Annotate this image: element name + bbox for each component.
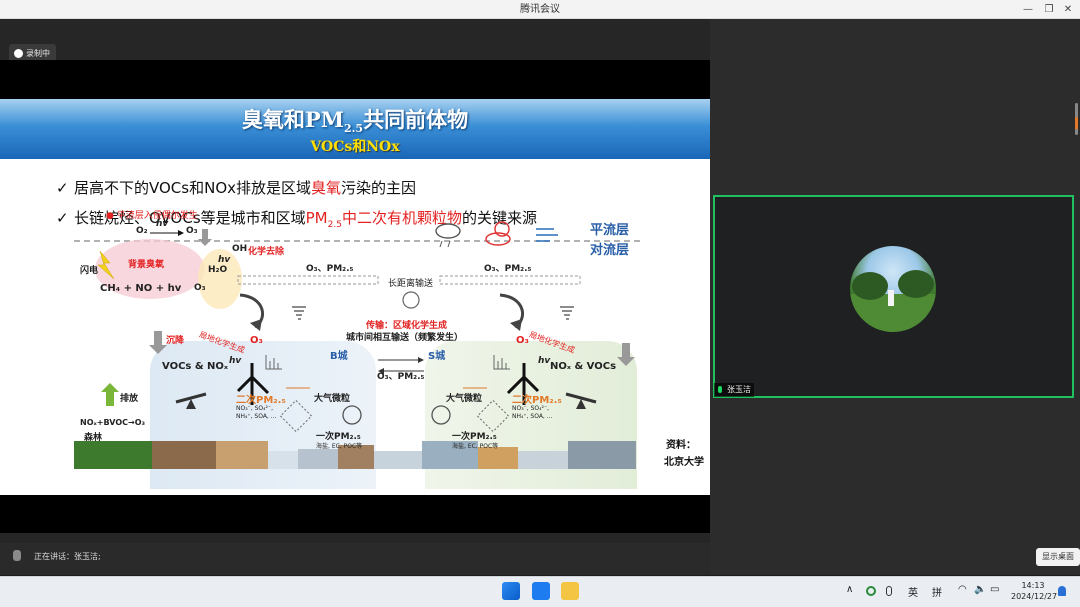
participant-name-tag: 张玉洁	[714, 383, 754, 397]
label-o3-top: O₃	[186, 226, 198, 236]
label-chem-removal: 化学去除	[248, 247, 285, 257]
input-lang-pinyin[interactable]: 拼	[932, 584, 942, 599]
tencent-meeting-taskbar-icon[interactable]	[532, 582, 550, 600]
label-forest-eq: NOₓ+BVOC→O₃	[80, 418, 146, 427]
mic-tray-icon[interactable]	[886, 586, 892, 596]
input-lang-en[interactable]: 英	[908, 584, 918, 599]
mic-icon	[13, 550, 21, 561]
clock-time: 14:13	[1021, 581, 1045, 590]
label-stratosphere: 平流层	[590, 223, 630, 238]
label-city-exchange: 城市间相互输送（频繁发生）	[346, 333, 464, 343]
slide-banner: 臭氧和PM2.5共同前体物 VOCs和NOx	[0, 99, 710, 159]
label-long-range: 长距离输送	[388, 279, 434, 289]
cloud-rain-icon	[435, 223, 461, 248]
close-button[interactable]: ✕	[1056, 0, 1080, 19]
window-titlebar: 腾讯会议 — ❐ ✕	[0, 0, 1080, 19]
panel-scroll-thumb[interactable]	[1075, 117, 1078, 129]
sync-icon[interactable]	[866, 586, 876, 596]
slide-content: 臭氧和PM2.5共同前体物 VOCs和NOx ✓ 居高不下的VOCs和NOx排放是…	[0, 99, 710, 495]
label-secondary-right: 二次PM₂.₅	[512, 395, 562, 406]
label-source-name: 北京大学	[664, 457, 704, 468]
tray-expand-icon[interactable]: ∧	[846, 584, 853, 595]
avatar-photo	[850, 270, 936, 332]
avatar	[850, 246, 936, 332]
label-bg-ozone: 背景臭氧	[128, 260, 165, 270]
label-vocs-left: VOCs & NOₓ	[162, 361, 229, 372]
label-atm-left: 大气微粒	[314, 394, 351, 404]
label-o3-ch4: O₃	[194, 283, 206, 293]
label-secondary-right-list: NO₃⁻, SO₄²⁻, NH₄⁺, SOA, ...	[512, 405, 553, 420]
label-vocs-right: NOₓ & VOCs	[550, 361, 617, 372]
label-o2: O₂	[136, 226, 148, 236]
window-title: 腾讯会议	[520, 4, 560, 15]
label-primary-right-list: 海盐, EC, POC等	[452, 443, 499, 450]
show-desktop-button[interactable]: 显示桌面	[1036, 548, 1080, 566]
wifi-icon[interactable]: ◠	[958, 584, 967, 595]
label-hv-right: hv	[538, 356, 551, 366]
label-emission: 排放	[120, 394, 139, 404]
label-hv-oh: hv	[218, 255, 231, 265]
label-s-city: S城	[428, 351, 446, 362]
bullet-1: ✓ 居高不下的VOCs和NOx排放是区域臭氧污染的主因	[56, 179, 417, 197]
label-lightning: 闪电	[80, 266, 99, 276]
diagram-graphics	[74, 221, 640, 469]
label-o3-right: O₃	[516, 335, 529, 346]
status-bar	[0, 543, 710, 575]
label-o3pm-left: O₃、PM₂.₅	[306, 264, 354, 274]
volume-icon[interactable]: 🔈	[974, 584, 986, 595]
label-o3pm-right: O₃、PM₂.₅	[484, 264, 532, 274]
label-forest: 森林	[84, 433, 103, 443]
speaking-indicator: 正在讲话：张玉洁;	[34, 552, 101, 561]
label-source: 资料：	[666, 440, 696, 451]
label-ch4: CH₄ + NO + hv	[100, 283, 182, 294]
label-oh: OH	[232, 244, 248, 254]
label-b-city: B城	[330, 351, 348, 362]
label-hv-top: hv	[156, 219, 169, 229]
check-icon: ✓	[56, 179, 69, 197]
file-explorer-icon[interactable]	[561, 582, 579, 600]
slide-title: 臭氧和PM2.5共同前体物	[241, 107, 469, 136]
label-primary-left-list: 海盐, EC, POC等	[316, 443, 363, 450]
windows-start-icon[interactable]	[502, 582, 520, 600]
label-troposphere: 对流层	[590, 243, 630, 258]
slide-frame: 臭氧和PM2.5共同前体物 VOCs和NOx ✓ 居高不下的VOCs和NOx排放是…	[0, 60, 710, 533]
diagram: ● 平流层入侵偶尔发生 O₂ hv O₃ OH 化学去除 hv H₂O 闪电 背…	[0, 211, 710, 495]
label-strat-intrusion: ● 平流层入侵偶尔发生	[106, 211, 198, 221]
wind-icon	[536, 228, 558, 242]
label-secondary-left: 二次PM₂.₅	[236, 395, 286, 406]
label-hv-left: hv	[229, 356, 242, 366]
system-clock[interactable]: 14:13 2024/12/27	[1011, 580, 1058, 602]
label-secondary-left-list: NO₃⁻, SO₄²⁻, NH₄⁺, SOA, ...	[236, 405, 277, 420]
slide-subtitle: VOCs和NOx	[310, 139, 400, 155]
label-atm-right: 大气微粒	[446, 394, 483, 404]
clock-date: 2024/12/27	[1011, 592, 1058, 601]
label-o3pm-mid: O₃、PM₂.₅	[377, 372, 425, 382]
label-o3-left: O₃	[250, 335, 263, 346]
label-deposition: 沉降	[166, 336, 185, 346]
label-h2o: H₂O	[208, 265, 228, 275]
battery-icon[interactable]: ▭	[990, 584, 999, 595]
notification-bell-icon[interactable]	[1058, 586, 1066, 596]
